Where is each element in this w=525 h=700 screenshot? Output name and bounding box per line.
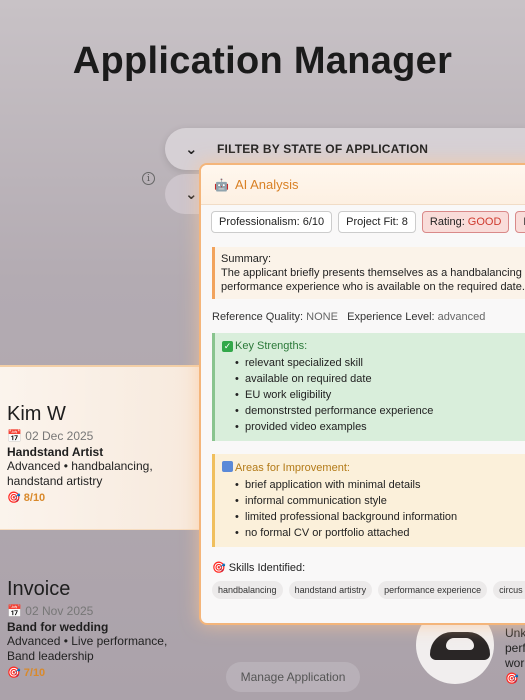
reference-value: NONE (306, 311, 338, 323)
applicant-name: Invoice (7, 578, 71, 600)
improvement-list: brief application with minimal details i… (222, 477, 525, 541)
application-card-kim[interactable]: Kim W 📅 02 Dec 2025 Handstand Artist Adv… (0, 365, 205, 530)
project-fit-badge: Project Fit: 8 (338, 211, 416, 233)
skill-chip: handstand artistry (288, 581, 373, 599)
list-item: provided video examples (235, 419, 525, 435)
robot-icon: 🤖 (214, 177, 229, 192)
improvement-title: Areas for Improvement: (235, 462, 350, 474)
application-date: 02 Nov 2025 (25, 604, 94, 618)
target-icon: 🎯 (212, 562, 226, 574)
list-item: no formal CV or portfolio attached (235, 525, 525, 541)
reference-experience-line: Reference Quality: NONE Experience Level… (212, 311, 525, 323)
page-title: Application Manager (72, 40, 453, 82)
card-text-line1: Unk (505, 626, 525, 640)
reference-label: Reference Quality: (212, 311, 304, 323)
list-item: limited professional background informat… (235, 509, 525, 525)
skill-chip: handbalancing (212, 581, 283, 599)
info-icon[interactable]: i (142, 172, 155, 185)
target-icon: 🎯 (7, 667, 21, 679)
applicant-name: Kim W (7, 403, 66, 425)
check-icon: ✓ (222, 341, 233, 352)
list-item: relevant specialized skill (235, 355, 525, 371)
score-badges: Professionalism: 6/10 Project Fit: 8 Rat… (201, 205, 525, 233)
skill-chip: performance experience (378, 581, 488, 599)
application-date: 02 Dec 2025 (25, 429, 94, 443)
list-item: brief application with minimal details (235, 477, 525, 493)
applicant-skills-line2: handstand artistry (7, 474, 103, 488)
applicant-score: 8/10 (23, 492, 46, 504)
calendar-icon: 📅 (7, 429, 22, 443)
applicant-score: 7/10 (23, 667, 46, 679)
summary-line1: The applicant briefly presents themselve… (221, 267, 525, 279)
summary-line2: performance experience who is available … (221, 281, 525, 293)
applicant-role: Handstand Artist (7, 445, 104, 459)
chevron-down-icon: ⌄ (185, 186, 198, 203)
card-text-line2: perf (505, 641, 525, 655)
application-card-invoice[interactable]: Invoice 📅 02 Nov 2025 Band for wedding A… (0, 578, 200, 679)
target-icon: 🎯 (7, 492, 21, 504)
summary-label: Summary: (221, 253, 272, 265)
skill-chip: circus arts (493, 581, 525, 599)
list-item: available on required date (235, 371, 525, 387)
ai-analysis-title: AI Analysis (234, 177, 299, 192)
professionalism-badge: Professionalism: 6/10 (211, 211, 333, 233)
chevron-down-icon: ⌄ (185, 141, 198, 158)
experience-label: Experience Level: (347, 311, 435, 323)
list-item: demonstrsted performance experience (235, 403, 525, 419)
filter-label: FILTER BY STATE OF APPLICATION (217, 142, 429, 156)
manage-application-button[interactable]: Manage Application (226, 662, 360, 692)
experience-value: advanced (437, 311, 486, 323)
list-item: informal communication style (235, 493, 525, 509)
card-text-line3: wor (505, 656, 525, 670)
ai-analysis-header: 🤖 AI Analysis (201, 165, 525, 205)
list-item: EU work eligibility (235, 387, 525, 403)
target-icon: 🎯 (505, 673, 519, 685)
skills-title: Skills Identified: (228, 562, 306, 574)
areas-for-improvement-section: Areas for Improvement: brief application… (212, 454, 525, 547)
strengths-list: relevant specialized skill available on … (222, 355, 525, 435)
calendar-icon: 📅 (7, 604, 22, 618)
applicant-skills-line1: Advanced • Live performance, (7, 634, 168, 648)
applicant-role: Band for wedding (7, 620, 109, 634)
strengths-title: Key Strengths: (235, 340, 308, 352)
chart-icon (222, 461, 233, 472)
rating-badge: Rating: GOOD (421, 211, 510, 233)
rating-value: GOOD (467, 216, 502, 228)
applicant-skills-line2: Band leadership (7, 649, 94, 663)
recommendation-badge: Rec (515, 211, 525, 233)
skill-chips: handbalancing handstand artistry perform… (212, 581, 525, 599)
ai-analysis-panel: 🤖 AI Analysis Professionalism: 6/10 Proj… (199, 163, 525, 625)
applicant-skills-line1: Advanced • handbalancing, (7, 459, 153, 473)
shoe-image (430, 632, 490, 660)
key-strengths-section: ✓Key Strengths: relevant specialized ski… (212, 333, 525, 441)
rating-label: Rating: (429, 216, 465, 228)
summary-block: Summary: The applicant briefly presents … (212, 247, 525, 299)
